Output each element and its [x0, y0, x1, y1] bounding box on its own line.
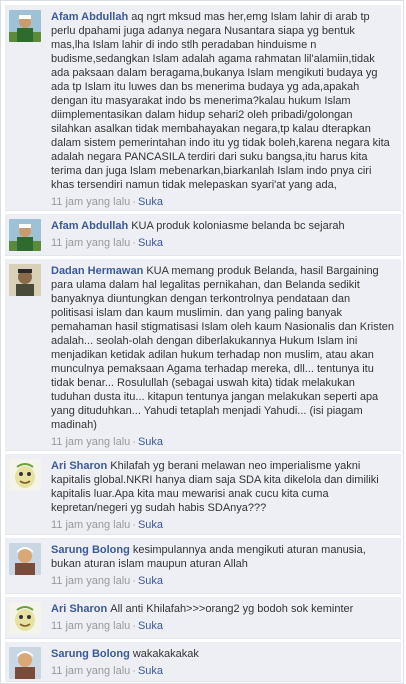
like-link[interactable]: Suka — [138, 436, 163, 448]
comment-author[interactable]: Dadan Hermawan — [51, 265, 143, 277]
comment-timestamp[interactable]: 11 jam yang lalu — [51, 575, 130, 587]
avatar[interactable] — [9, 602, 41, 634]
comment-author[interactable]: Ari Sharon — [51, 460, 107, 472]
comment-timestamp[interactable]: 11 jam yang lalu — [51, 620, 130, 632]
sarung-avatar-icon — [9, 543, 41, 575]
like-link[interactable]: Suka — [138, 237, 163, 249]
comment-meta: 11 jam yang lalu · Suka — [51, 236, 395, 250]
comment-meta: 11 jam yang lalu · Suka — [51, 664, 395, 678]
avatar[interactable] — [9, 543, 41, 575]
comment-meta: 11 jam yang lalu · Suka — [51, 435, 395, 449]
comment-meta: 11 jam yang lalu · Suka — [51, 195, 395, 209]
avatar[interactable] — [9, 10, 41, 42]
sarung-avatar-icon — [9, 647, 41, 679]
comment-timestamp[interactable]: 11 jam yang lalu — [51, 436, 130, 448]
like-link[interactable]: Suka — [138, 620, 163, 632]
like-link[interactable]: Suka — [138, 665, 163, 677]
comment-timestamp[interactable]: 11 jam yang lalu — [51, 196, 130, 208]
comment-meta: 11 jam yang lalu · Suka — [51, 518, 395, 532]
comment-author[interactable]: Sarung Bolong — [51, 544, 130, 556]
comment-text: wakakakakak — [132, 648, 199, 660]
comment-timestamp[interactable]: 11 jam yang lalu — [51, 519, 130, 531]
separator: · — [132, 575, 136, 587]
comment-item: Dadan Hermawan KUA memang produk Belanda,… — [5, 259, 401, 451]
comment-author[interactable]: Ari Sharon — [51, 603, 107, 615]
comment-text: All anti Khilafah>>>orang2 yg bodoh sok … — [110, 603, 354, 615]
avatar[interactable] — [9, 264, 41, 296]
dadan-avatar-icon — [9, 264, 41, 296]
ari-avatar-icon — [9, 459, 41, 491]
separator: · — [132, 237, 136, 249]
ari-avatar-icon — [9, 602, 41, 634]
comment-item: Sarung Bolong kesimpulannya anda mengikut… — [5, 538, 401, 594]
comment-author[interactable]: Sarung Bolong — [51, 648, 130, 660]
comment-timestamp[interactable]: 11 jam yang lalu — [51, 665, 130, 677]
comment-text: aq ngrt mksud mas her,emg Islam lahir di… — [51, 11, 390, 191]
like-link[interactable]: Suka — [138, 575, 163, 587]
comment-feed: Afam Abdullah aq ngrt mksud mas her,emg I… — [0, 0, 404, 684]
comment-item: Afam Abdullah aq ngrt mksud mas her,emg I… — [5, 5, 401, 211]
separator: · — [132, 620, 136, 632]
comment-text: KUA produk koloniasme belanda bc sejarah — [131, 220, 345, 232]
afam-avatar-icon — [9, 10, 41, 42]
separator: · — [132, 519, 136, 531]
comment-item: Sarung Bolong wakakakakak 11 jam yang lal… — [5, 642, 401, 682]
afam-avatar-icon — [9, 219, 41, 251]
comment-item: Afam Abdullah KUA produk koloniasme belan… — [5, 214, 401, 256]
separator: · — [132, 436, 136, 448]
comment-author[interactable]: Afam Abdullah — [51, 220, 128, 232]
comment-item: Ari Sharon Khilafah yg berani melawan neo… — [5, 454, 401, 535]
comment-meta: 11 jam yang lalu · Suka — [51, 574, 395, 588]
like-link[interactable]: Suka — [138, 196, 163, 208]
comment-item: Ari Sharon All anti Khilafah>>>orang2 yg … — [5, 597, 401, 639]
comment-timestamp[interactable]: 11 jam yang lalu — [51, 237, 130, 249]
avatar[interactable] — [9, 459, 41, 491]
avatar[interactable] — [9, 647, 41, 679]
separator: · — [132, 665, 136, 677]
avatar[interactable] — [9, 219, 41, 251]
separator: · — [132, 196, 136, 208]
like-link[interactable]: Suka — [138, 519, 163, 531]
comment-text: KUA memang produk Belanda, hasil Bargain… — [51, 265, 394, 431]
comment-author[interactable]: Afam Abdullah — [51, 11, 128, 23]
comment-meta: 11 jam yang lalu · Suka — [51, 619, 395, 633]
